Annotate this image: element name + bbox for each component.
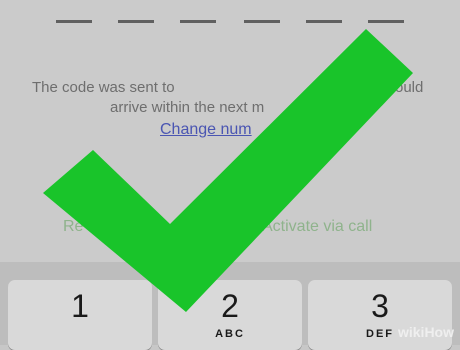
change-number-link[interactable]: Change num [160,121,252,139]
watermark: wikiHow [397,324,454,340]
key-2[interactable]: 2 ABC [158,280,302,350]
code-digit-slot [118,20,154,23]
key-2-digit: 2 [221,288,239,324]
code-digit-slot [306,20,342,23]
key-1[interactable]: 1 [8,280,152,350]
key-3-digit: 3 [371,288,389,324]
code-digit-slot [56,20,92,23]
message-line1: The code was sent to [32,79,175,96]
code-digit-slot [180,20,216,23]
numeric-keypad: 1 2 ABC 3 DEF [0,262,460,350]
key-2-letters: ABC [215,328,245,340]
message-line2: arrive within the next m [110,99,265,116]
key-1-digit: 1 [71,288,89,324]
resend-sms-button[interactable]: Re [63,218,83,236]
message-line1-end: ould [395,79,424,96]
code-digit-slot [368,20,404,23]
verification-screen: The code was sent to ould arrive within … [0,0,460,262]
activate-via-call-button[interactable]: Activate via call [262,218,372,236]
code-entry-field[interactable] [56,20,406,24]
code-digit-slot [244,20,280,23]
